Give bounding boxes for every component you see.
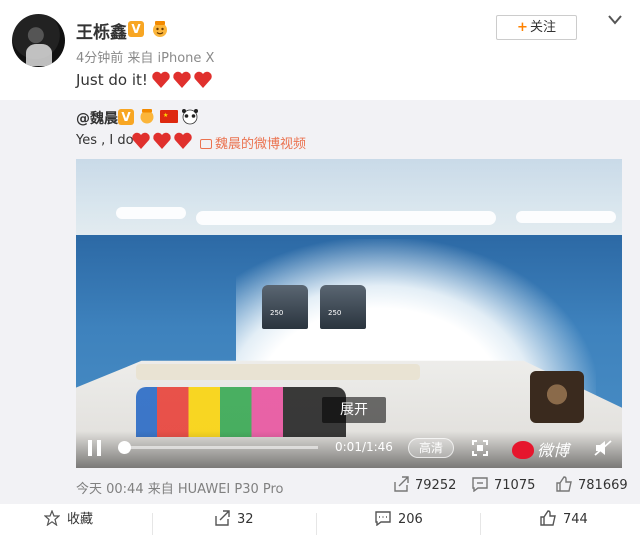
inset-avatar — [530, 371, 584, 423]
weibo-eye-icon — [512, 441, 534, 459]
video-link-label: 魏晨的微博视频 — [215, 137, 307, 152]
repost-button[interactable]: 32 — [214, 504, 254, 535]
mute-icon[interactable] — [594, 440, 612, 456]
post-text: Just do it! — [76, 71, 148, 89]
heart-emoji-icon — [132, 132, 192, 149]
chevron-down-icon[interactable] — [607, 14, 623, 26]
like-count[interactable]: 781669 — [556, 476, 628, 493]
comment-count[interactable]: 71075 — [472, 476, 535, 493]
video-controls: 0:01/1:46 高清 微博 — [76, 431, 622, 468]
plus-icon: + — [517, 20, 528, 35]
verified-badge-icon: V — [128, 21, 144, 37]
boat-engine: 250 — [320, 285, 366, 329]
pause-icon[interactable] — [88, 440, 102, 456]
favorite-button[interactable]: 收藏 — [43, 504, 93, 535]
comment-button[interactable]: 206 — [375, 504, 423, 535]
thumbs-up-icon — [556, 476, 572, 492]
follow-label: 关注 — [529, 20, 556, 35]
weibo-logo: 微博 — [512, 437, 569, 461]
video-time: 0:01/1:46 — [335, 440, 393, 454]
repost-card: @魏晨 V ★ Yes , I do 魏晨的微博视频 250 250 展开 0:… — [0, 100, 640, 504]
repost-username[interactable]: @魏晨 — [76, 108, 118, 128]
action-bar: 收藏 32 206 744 — [0, 504, 640, 535]
post-header: 王栎鑫 V 4分钟前 来自 iPhone X + 关注 Just do it! — [0, 0, 640, 100]
boat-engine: 250 — [262, 285, 308, 329]
username[interactable]: 王栎鑫 — [76, 18, 127, 43]
repost-count[interactable]: 79252 — [393, 476, 456, 493]
snack-bags — [136, 387, 346, 437]
quality-button[interactable]: 高清 — [408, 438, 454, 458]
heart-emoji-icon — [152, 71, 212, 88]
verified-badge-icon: V — [118, 109, 134, 125]
share-icon — [215, 510, 230, 526]
like-button[interactable]: 744 — [540, 504, 588, 535]
progress-knob[interactable] — [117, 441, 131, 454]
post-meta: 4分钟前 来自 iPhone X — [76, 51, 215, 66]
svg-text:★: ★ — [163, 112, 168, 119]
video-frame-sky — [76, 159, 622, 239]
fan-badge-icon — [153, 21, 167, 37]
expand-button[interactable]: 展开 — [322, 397, 386, 423]
follow-button[interactable]: + 关注 — [496, 15, 577, 40]
thumbs-up-icon — [540, 510, 556, 526]
video-player[interactable]: 250 250 展开 0:01/1:46 高清 微博 — [76, 159, 622, 468]
repost-footer-time: 今天 00:44 来自 HUAWEI P30 Pro — [76, 482, 284, 497]
share-icon — [394, 476, 409, 492]
badges-icon: ★ — [140, 109, 198, 125]
video-link[interactable]: 魏晨的微博视频 — [200, 133, 306, 152]
avatar[interactable] — [12, 14, 65, 67]
weibo-logo-text: 微博 — [537, 441, 570, 460]
fullscreen-icon[interactable] — [472, 440, 488, 456]
video-icon — [200, 139, 212, 149]
star-icon — [43, 509, 61, 527]
repost-text: Yes , I do — [76, 133, 134, 148]
comment-icon — [375, 511, 391, 527]
progress-bar[interactable] — [117, 441, 318, 454]
boat-seat — [136, 364, 420, 380]
comment-icon — [472, 477, 488, 493]
